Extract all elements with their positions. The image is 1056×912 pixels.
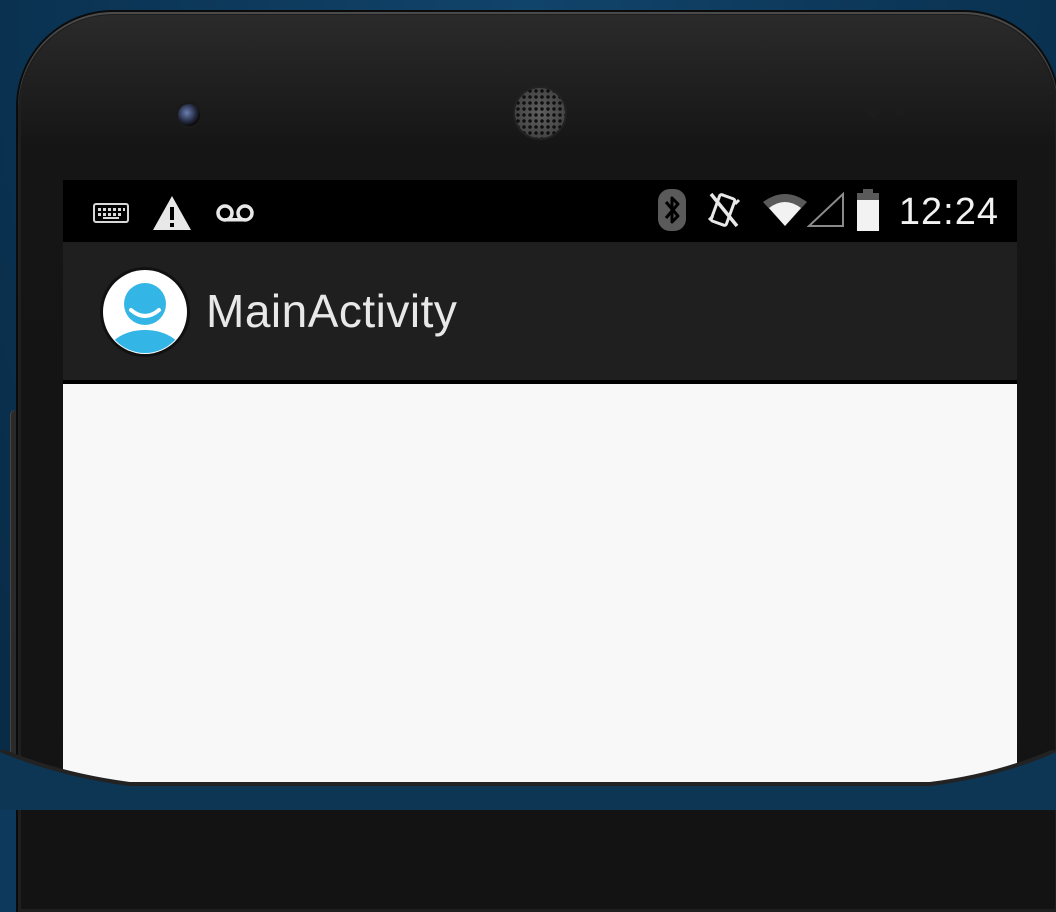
- vibrate-off-icon: [705, 190, 743, 235]
- keyboard-icon: [93, 201, 129, 230]
- signal-icon: [806, 191, 845, 233]
- speaker-grille-icon: [515, 88, 565, 138]
- status-notifications: [93, 194, 255, 237]
- action-bar: MainActivity: [63, 242, 1017, 384]
- phone-bottom-bezel: [0, 750, 1056, 810]
- status-system-icons: 12:24: [657, 188, 999, 237]
- warning-icon: [151, 194, 193, 237]
- light-sensor-icon: [896, 106, 906, 116]
- device-screen: 12:24 MainActivity: [63, 180, 1017, 800]
- proximity-sensor-icon: [866, 104, 880, 118]
- battery-icon: [855, 188, 881, 237]
- voicemail-icon: [215, 202, 255, 229]
- wifi-icon: [761, 192, 809, 233]
- front-camera-icon: [178, 104, 200, 126]
- app-title: MainActivity: [206, 285, 458, 337]
- main-content-area[interactable]: [63, 384, 1017, 800]
- user-avatar-icon[interactable]: [99, 266, 191, 358]
- bluetooth-icon: [657, 188, 687, 237]
- status-clock: 12:24: [898, 191, 999, 233]
- status-bar[interactable]: 12:24: [63, 180, 1017, 242]
